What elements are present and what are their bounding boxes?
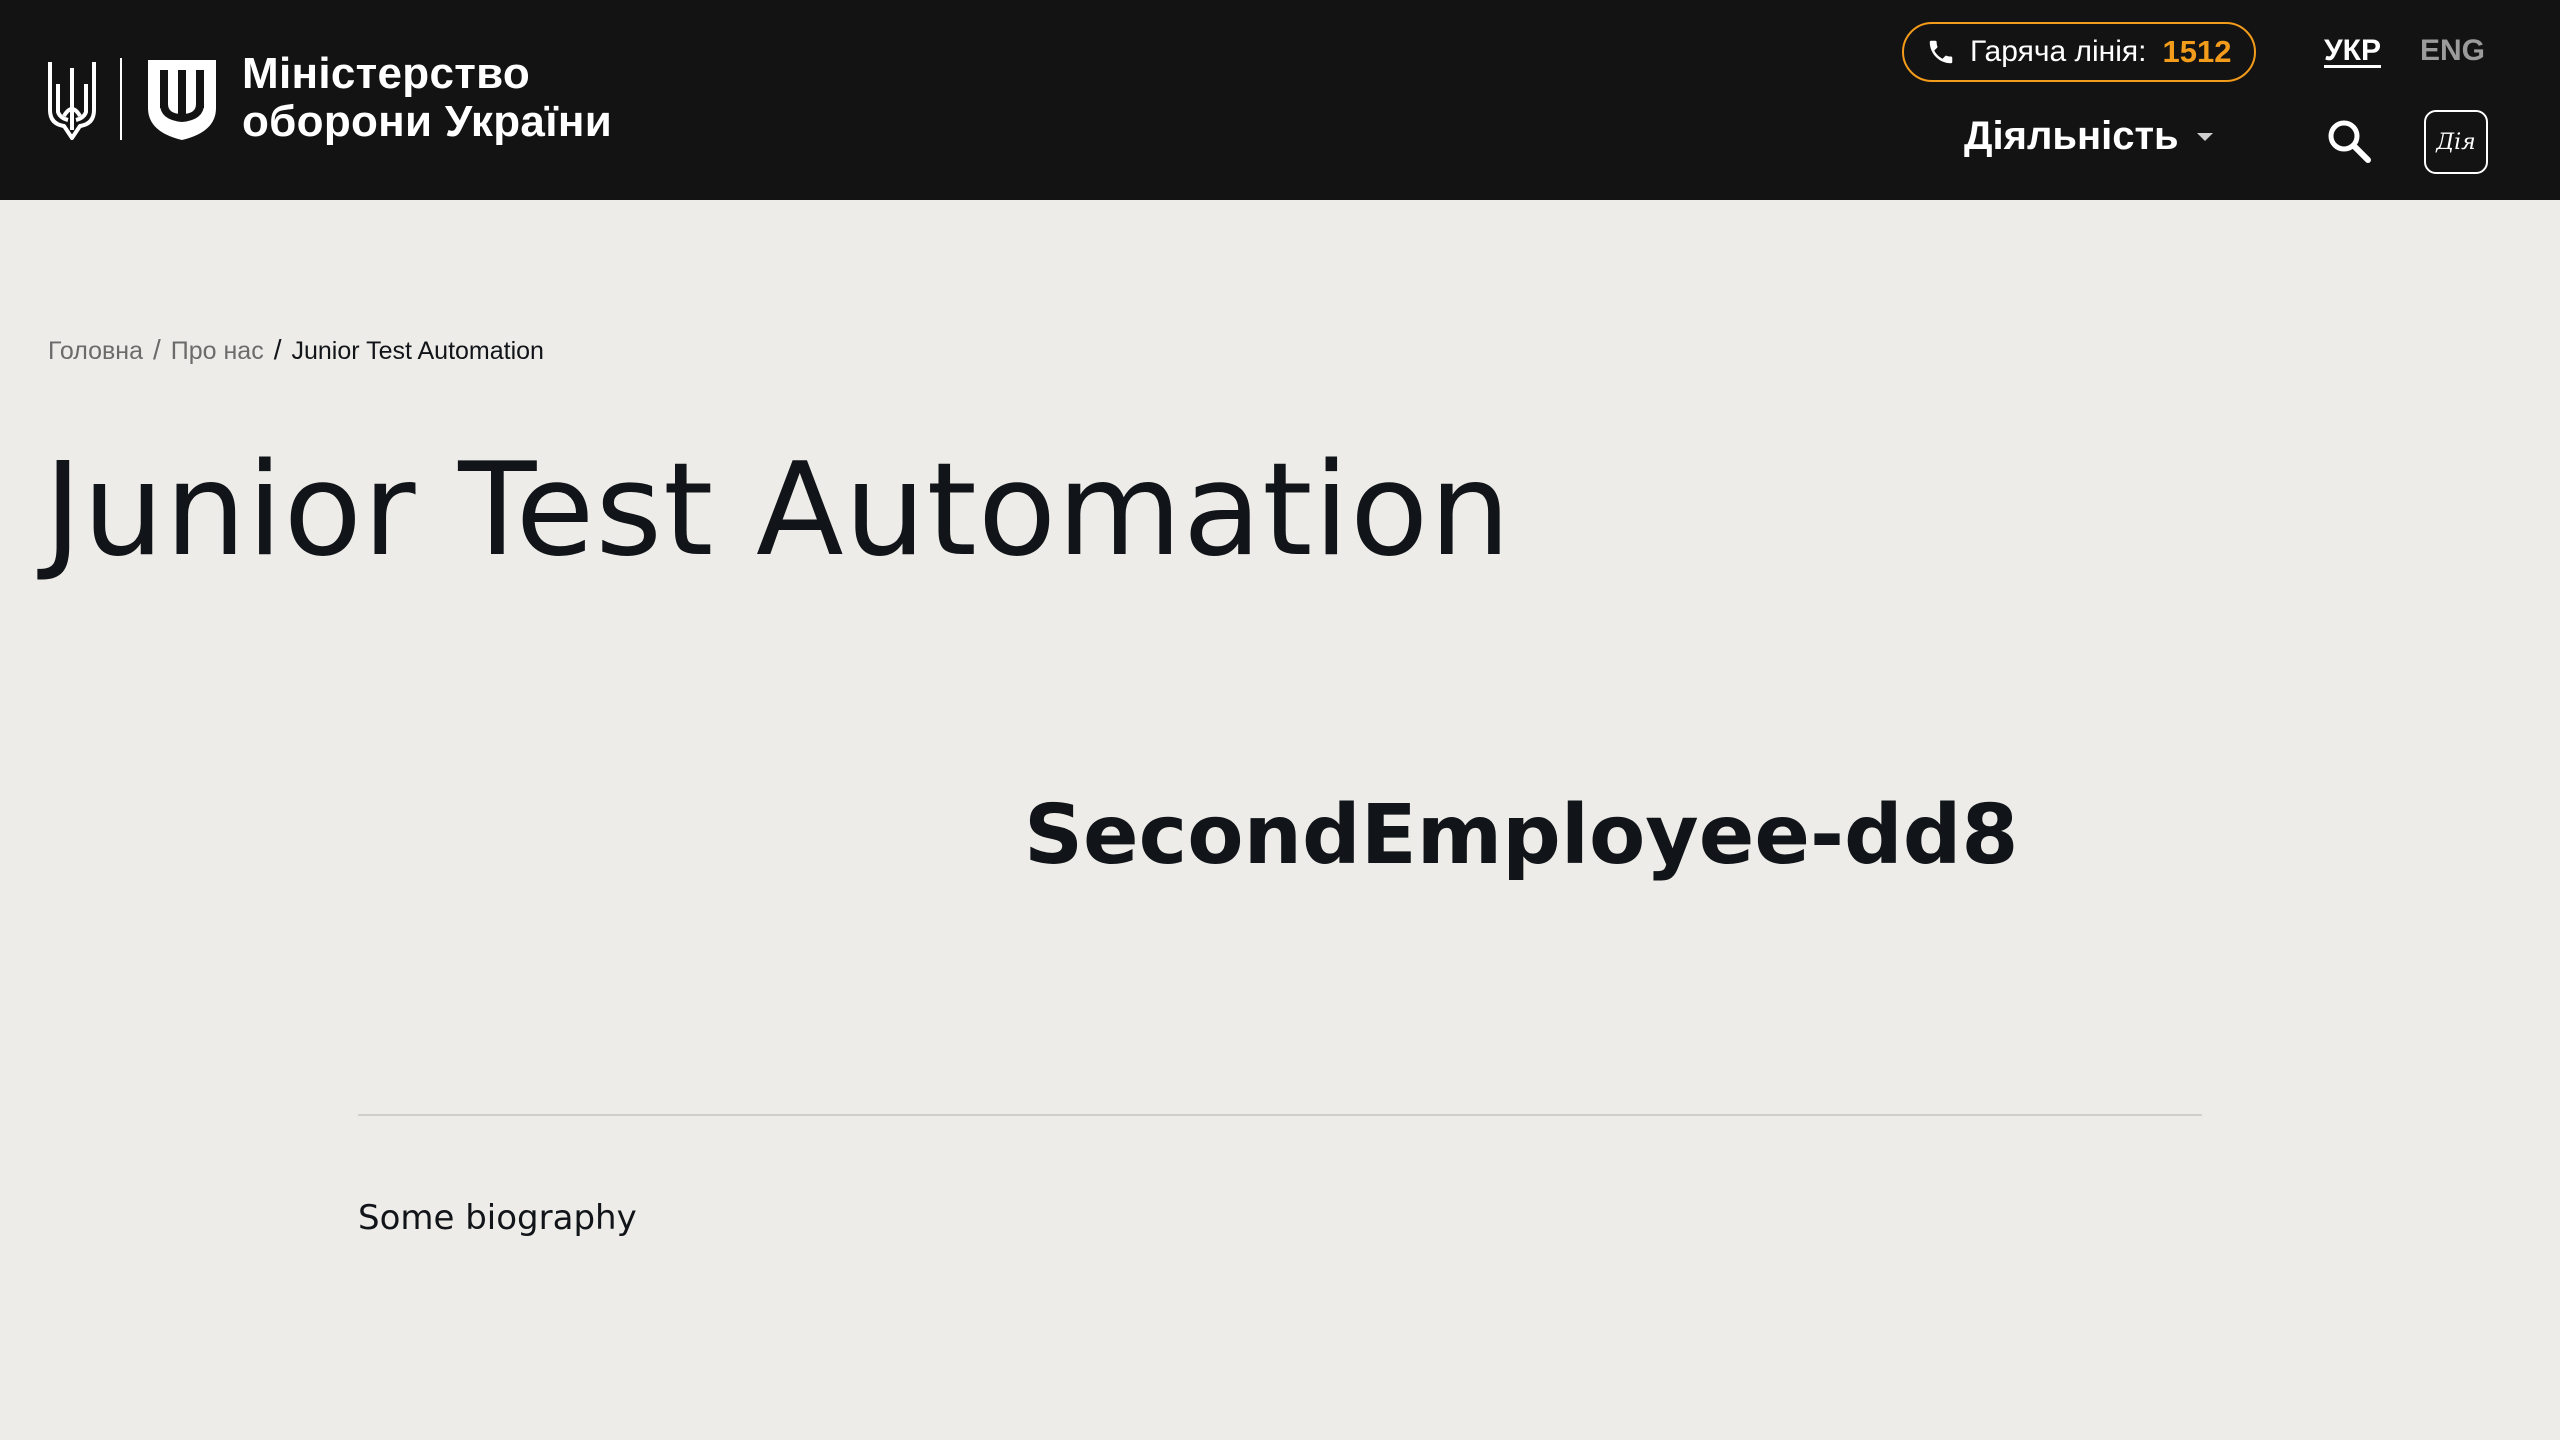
site-header: Міністерство оборони України Гаряча ліні… (0, 0, 2560, 200)
breadcrumb-separator: / (152, 334, 161, 365)
employee-name: SecondEmployee-dd8 (1024, 788, 2019, 883)
page-title: Junior Test Automation (44, 436, 1512, 585)
phone-icon (1929, 40, 1953, 64)
content-divider (358, 1114, 2202, 1116)
breadcrumb: Головна / Про нас / Junior Test Automati… (48, 334, 544, 366)
hotline-label: Гаряча лінія: (1970, 35, 2147, 68)
tryzub-icon (48, 62, 96, 140)
ministry-name-line2: оборони України (242, 97, 613, 146)
lang-eng-link[interactable]: ENG (2420, 34, 2485, 68)
breadcrumb-current: Junior Test Automation (291, 337, 544, 365)
breadcrumb-home-link[interactable]: Головна (48, 337, 143, 366)
lang-ukr-link[interactable]: УКР (2324, 34, 2381, 68)
search-icon[interactable] (2326, 118, 2372, 164)
ministry-name[interactable]: Міністерство оборони України (242, 50, 612, 146)
hotline-number: 1512 (2162, 34, 2232, 69)
diia-button[interactable]: Дія (2424, 110, 2488, 174)
breadcrumb-separator: / (273, 334, 282, 365)
ministry-shield-icon[interactable] (146, 58, 218, 142)
nav-activity-label: Діяльність (1964, 114, 2179, 158)
breadcrumb-about-link[interactable]: Про нас (171, 337, 264, 366)
logo-divider (120, 58, 122, 140)
diia-label: Дія (2436, 129, 2476, 155)
chevron-down-icon (2196, 132, 2213, 141)
ministry-name-line1: Міністерство (242, 49, 531, 98)
nav-activity-dropdown[interactable]: Діяльність (1964, 114, 2213, 159)
employee-biography: Some biography (358, 1198, 637, 1238)
hotline-button[interactable]: Гаряча лінія: 1512 (1902, 22, 2256, 82)
